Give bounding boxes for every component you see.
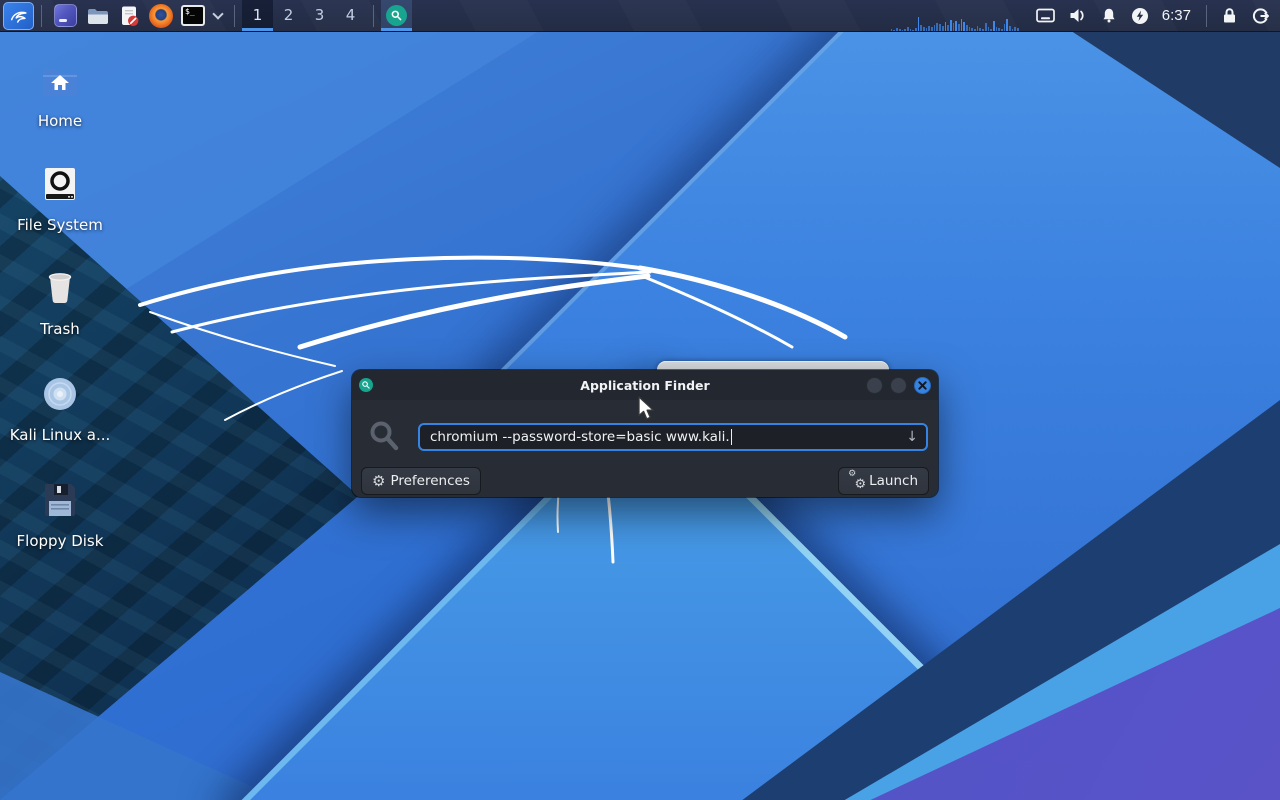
workspace-1-button[interactable]: 1 bbox=[242, 0, 273, 31]
taskbar-application-finder-button[interactable] bbox=[381, 0, 412, 31]
network-monitor-graph[interactable] bbox=[891, 0, 1019, 31]
workspace-pager: 1 2 3 4 bbox=[242, 0, 366, 31]
top-panel: $_ 1 2 3 4 bbox=[0, 0, 1280, 32]
terminal-dropdown-button[interactable] bbox=[210, 1, 226, 31]
file-system-drive-icon bbox=[36, 160, 84, 208]
file-manager-launcher[interactable] bbox=[82, 1, 112, 31]
panel-separator bbox=[1206, 5, 1207, 27]
launch-label: Launch bbox=[869, 473, 918, 489]
panel-separator bbox=[373, 5, 374, 27]
terminal-icon: $_ bbox=[181, 5, 205, 26]
gear-icon: ⚙ bbox=[372, 474, 385, 489]
desktop-icon-label: Home bbox=[38, 112, 82, 130]
preferences-label: Preferences bbox=[390, 473, 469, 489]
power-manager-button[interactable] bbox=[1131, 7, 1149, 25]
launch-button[interactable]: ⚙ ⚙ Launch bbox=[838, 467, 929, 495]
speaker-icon bbox=[1069, 8, 1087, 23]
floppy-disk-icon bbox=[36, 476, 84, 524]
panel-separator bbox=[234, 5, 235, 27]
logout-button[interactable] bbox=[1252, 7, 1270, 25]
desktop-icon-label: File System bbox=[17, 216, 103, 234]
minimize-button[interactable] bbox=[866, 377, 883, 394]
close-button[interactable] bbox=[914, 377, 931, 394]
clock[interactable]: 6:37 bbox=[1162, 7, 1191, 24]
applications-menu-button[interactable] bbox=[3, 2, 34, 30]
panel-left: $_ 1 2 3 4 bbox=[0, 0, 412, 31]
desktop-icon-file-system[interactable]: File System bbox=[8, 160, 112, 234]
text-caret bbox=[731, 429, 732, 445]
dropdown-arrow-icon[interactable]: ↓ bbox=[906, 429, 918, 445]
terminal-launcher[interactable]: $_ bbox=[178, 1, 208, 31]
workspace-4-button[interactable]: 4 bbox=[335, 0, 366, 31]
application-finder-icon bbox=[359, 378, 373, 392]
preferences-button[interactable]: ⚙ Preferences bbox=[361, 467, 481, 495]
command-input-value: chromium --password-store=basic www.kali… bbox=[430, 429, 730, 445]
kali-logo-icon bbox=[8, 5, 30, 27]
desktop-icon-label: Kali Linux a... bbox=[10, 426, 111, 444]
maximize-button[interactable] bbox=[890, 377, 907, 394]
desktop-icon-label: Trash bbox=[40, 320, 80, 338]
application-finder-window: Application Finder chromium --password-s… bbox=[352, 370, 938, 497]
close-icon bbox=[918, 381, 927, 390]
desktop-icon-kali-cd[interactable]: Kali Linux a... bbox=[8, 370, 112, 444]
panel-separator bbox=[41, 5, 42, 27]
optical-disc-icon bbox=[36, 370, 84, 418]
finder-button-row: ⚙ Preferences ⚙ ⚙ Launch bbox=[352, 467, 938, 495]
spacer bbox=[481, 467, 838, 495]
folder-icon bbox=[85, 4, 109, 28]
text-editor-launcher[interactable] bbox=[114, 1, 144, 31]
keyboard-layout-button[interactable] bbox=[1036, 8, 1055, 23]
workspace-3-button[interactable]: 3 bbox=[304, 0, 335, 31]
keyboard-icon bbox=[1036, 8, 1055, 23]
lock-screen-button[interactable] bbox=[1221, 7, 1238, 24]
desktop-icon-label: Floppy Disk bbox=[17, 532, 104, 550]
command-input[interactable]: chromium --password-store=basic www.kali… bbox=[418, 423, 928, 451]
window-controls bbox=[866, 377, 931, 394]
run-gears-icon: ⚙ ⚙ bbox=[849, 473, 864, 489]
desktop-settings-launcher[interactable] bbox=[50, 1, 80, 31]
window-title: Application Finder bbox=[352, 378, 938, 393]
desktop-icon-trash[interactable]: Trash bbox=[8, 264, 112, 338]
logout-icon bbox=[1252, 7, 1270, 25]
bell-icon bbox=[1101, 8, 1117, 24]
search-icon bbox=[352, 420, 418, 454]
firefox-launcher[interactable] bbox=[146, 1, 176, 31]
system-tray: 6:37 bbox=[891, 0, 1280, 31]
document-edit-icon bbox=[117, 4, 141, 28]
finder-search-row: chromium --password-store=basic www.kali… bbox=[352, 420, 938, 454]
notifications-button[interactable] bbox=[1101, 8, 1117, 24]
power-bolt-icon bbox=[1131, 7, 1149, 25]
application-finder-icon bbox=[386, 5, 407, 26]
workspace-2-button[interactable]: 2 bbox=[273, 0, 304, 31]
chevron-down-icon bbox=[212, 8, 223, 19]
desktop-icon-floppy[interactable]: Floppy Disk bbox=[8, 476, 112, 550]
desktop-icon-home[interactable]: Home bbox=[8, 56, 112, 130]
firefox-icon bbox=[149, 4, 173, 28]
finder-titlebar[interactable]: Application Finder bbox=[352, 370, 938, 400]
home-folder-icon bbox=[36, 56, 84, 104]
window-icon bbox=[54, 4, 77, 27]
lock-icon bbox=[1221, 7, 1238, 24]
volume-button[interactable] bbox=[1069, 8, 1087, 23]
trash-can-icon bbox=[36, 264, 84, 312]
